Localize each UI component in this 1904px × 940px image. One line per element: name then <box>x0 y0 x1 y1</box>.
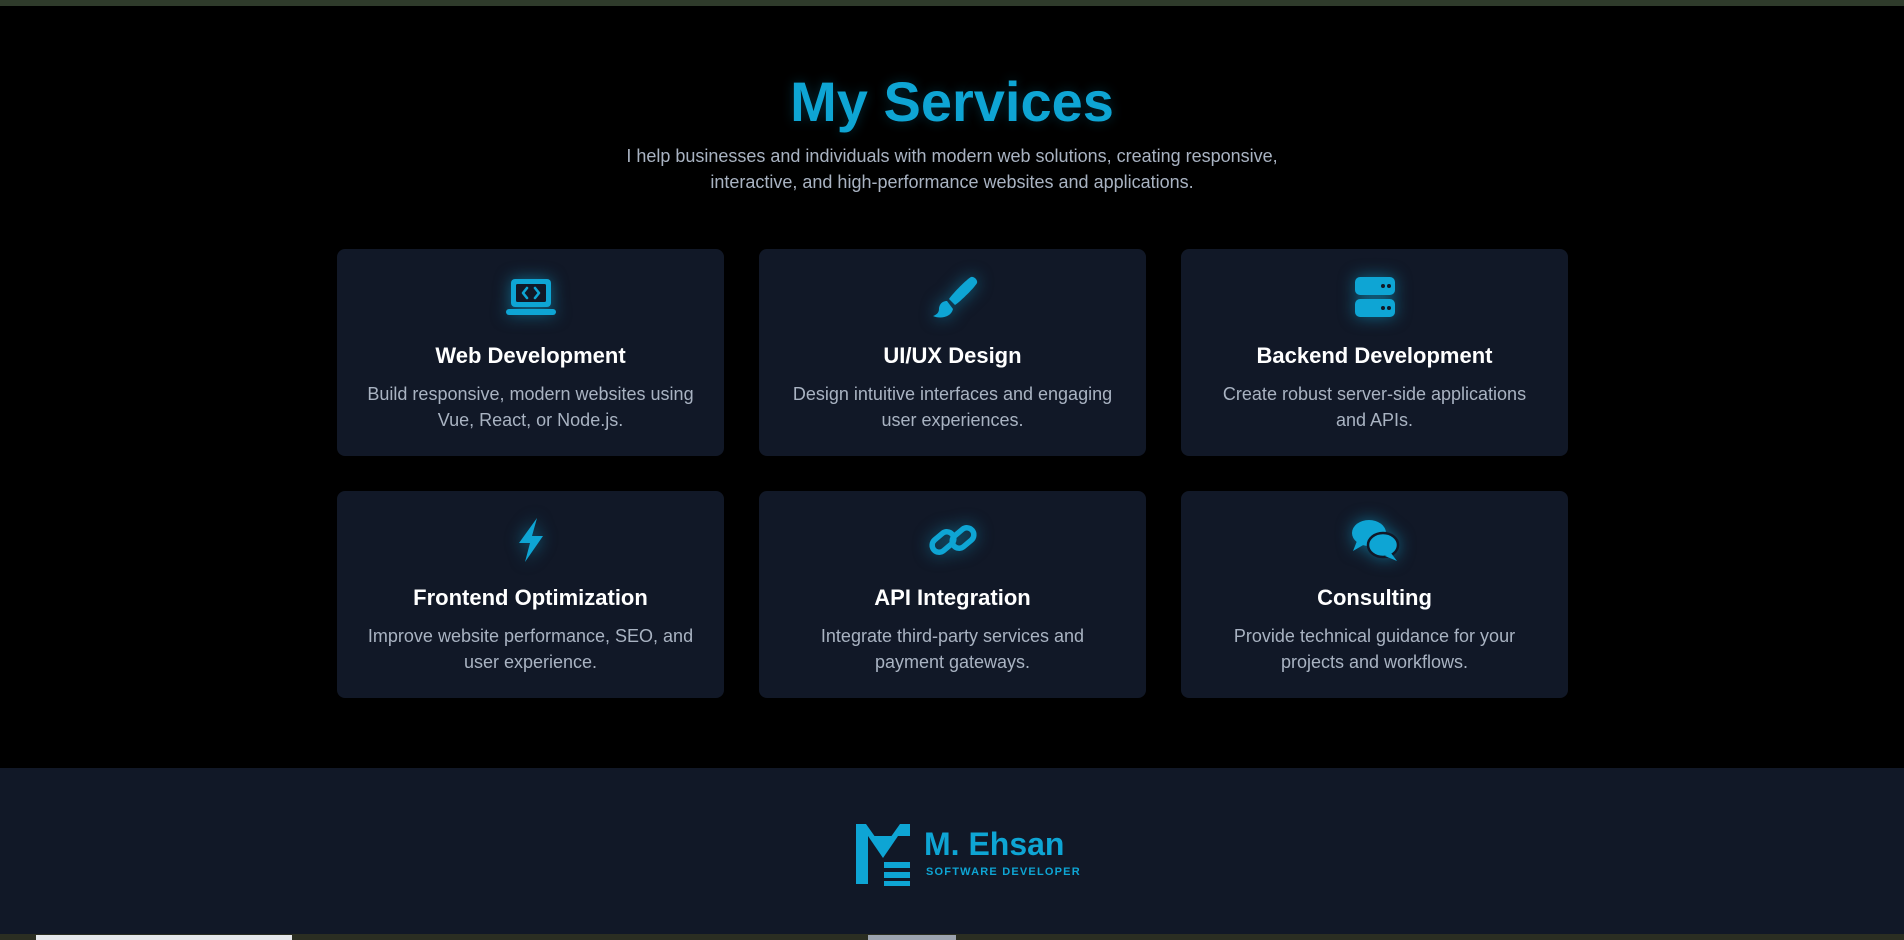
services-grid: Web Development Build responsive, modern… <box>337 249 1569 698</box>
lightning-bolt-icon <box>337 515 724 565</box>
card-title: Consulting <box>1317 585 1432 610</box>
laptop-code-icon <box>337 273 724 323</box>
card-description: Integrate third-party services and payme… <box>820 626 1085 672</box>
chat-bubbles-icon <box>1181 515 1568 565</box>
card-title: API Integration <box>874 585 1031 610</box>
paintbrush-icon <box>759 273 1146 323</box>
taskbar-item[interactable] <box>36 935 292 940</box>
server-icon <box>1181 273 1568 323</box>
logo-mark-icon <box>856 824 910 886</box>
card-title: Web Development <box>435 343 626 368</box>
link-icon <box>759 515 1146 565</box>
services-section: My Services I help businesses and indivi… <box>0 6 1904 768</box>
card-description: Design intuitive interfaces and engaging… <box>792 384 1113 430</box>
card-title: Frontend Optimization <box>413 585 648 610</box>
logo-tagline: SOFTWARE DEVELOPER <box>926 866 1081 878</box>
service-card-consulting[interactable]: Consulting Provide technical guidance fo… <box>1181 491 1568 698</box>
taskbar-item[interactable] <box>868 935 956 940</box>
card-title: UI/UX Design <box>883 343 1022 368</box>
page: My Services I help businesses and indivi… <box>0 0 1904 940</box>
card-title: Backend Development <box>1256 343 1493 368</box>
service-card-frontend-optimization[interactable]: Frontend Optimization Improve website pe… <box>337 491 724 698</box>
services-title: My Services <box>790 70 1114 133</box>
card-description: Improve website performance, SEO, and us… <box>367 626 694 672</box>
service-card-api-integration[interactable]: API Integration Integrate third-party se… <box>759 491 1146 698</box>
card-description: Create robust server-side applications a… <box>1222 384 1527 430</box>
card-description: Provide technical guidance for your proj… <box>1233 626 1516 672</box>
service-card-web-development[interactable]: Web Development Build responsive, modern… <box>337 249 724 456</box>
services-subtitle: I help businesses and individuals with m… <box>626 146 1278 192</box>
service-card-ui-ux-design[interactable]: UI/UX Design Design intuitive interfaces… <box>759 249 1146 456</box>
footer-logo[interactable]: M. Ehsan SOFTWARE DEVELOPER <box>854 822 1080 892</box>
logo-name: M. Ehsan <box>924 826 1065 862</box>
footer: M. Ehsan SOFTWARE DEVELOPER <box>0 768 1904 934</box>
card-description: Build responsive, modern websites using … <box>367 384 694 430</box>
service-card-backend-development[interactable]: Backend Development Create robust server… <box>1181 249 1568 456</box>
